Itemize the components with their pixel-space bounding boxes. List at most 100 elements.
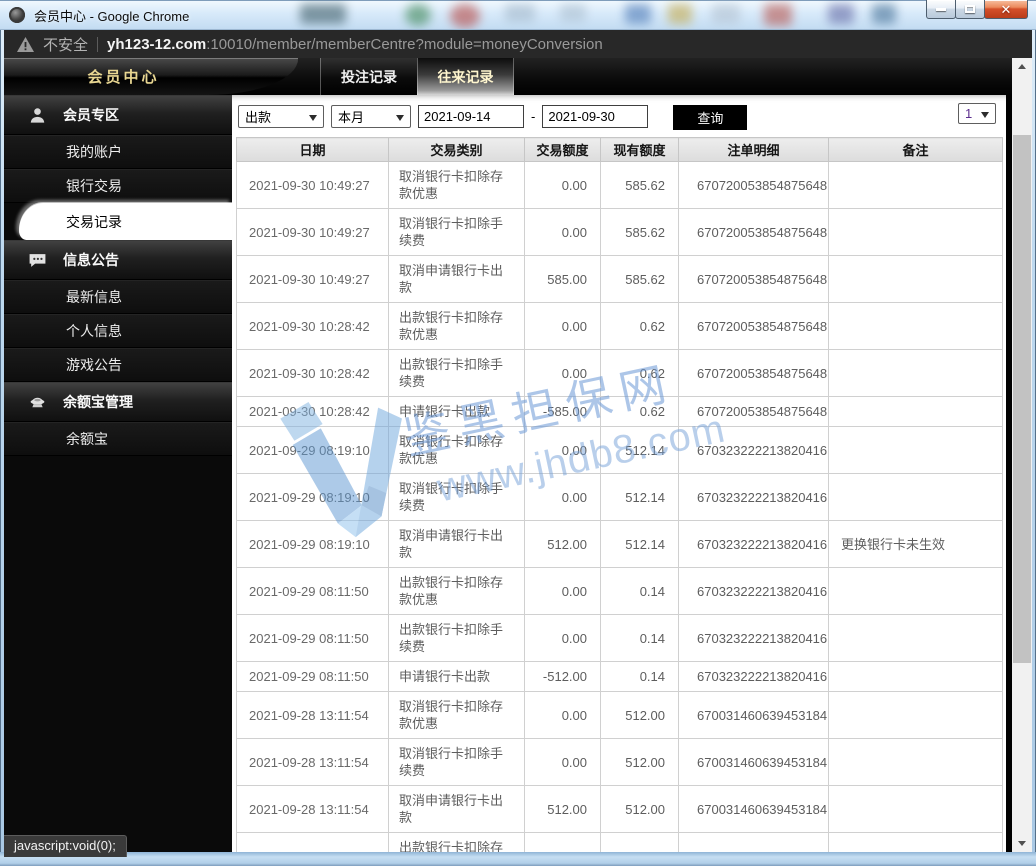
table-cell: 0.00 (524, 426, 601, 474)
browser-window: 会员中心 - Google Chrome ✕ 不安全 yh123-12.com:… (0, 0, 1036, 866)
table-cell: 670720053854875648 (678, 349, 829, 397)
titlebar-blur-blob (405, 4, 431, 26)
tab-transaction-records[interactable]: 往来记录 (417, 58, 514, 95)
sidebar-item-label: 我的账户 (66, 144, 122, 160)
table-cell: 2021-09-30 10:28:42 (236, 349, 389, 397)
sidebar-item-2[interactable]: 银行交易 (4, 169, 232, 203)
column-header: 现有额度 (600, 137, 679, 162)
table-row: 2021-09-29 08:11:50 出款银行卡扣除手续费 0.00 0.14 670… (236, 614, 1003, 662)
address-bar[interactable]: 不安全 yh123-12.com:10010/member/memberCent… (4, 30, 1032, 58)
titlebar-blur-blob (450, 4, 480, 28)
table-cell: 0.62 (600, 349, 679, 397)
message-icon (28, 251, 47, 270)
sidebar-item-4[interactable]: 信息公告 (4, 240, 232, 280)
date-range-separator: - (531, 109, 536, 124)
period-value: 本月 (338, 110, 365, 125)
sidebar-item-0[interactable]: 会员专区 (4, 95, 232, 135)
table-cell: 0.62 (600, 396, 679, 427)
chevron-down-icon (396, 114, 404, 125)
table-cell: 512.00 (600, 738, 679, 786)
table-header-row: 日期 交易类别 交易额度 现有额度 注单明细 备注 (236, 137, 1003, 162)
url-text[interactable]: yh123-12.com:10010/member/memberCentre?m… (107, 36, 603, 53)
table-cell: -585.00 (524, 396, 601, 427)
table-cell: 0.14 (600, 661, 679, 692)
sidebar-item-1[interactable]: 我的账户 (4, 135, 232, 169)
sidebar-item-8[interactable]: 余额宝管理 (4, 382, 232, 422)
titlebar-blur-blob (300, 4, 346, 24)
main-panel: 出款 本月 - 查询 1 日期交易类别交易额度现有额度注单明细备注 2021-09… (232, 95, 1006, 852)
titlebar-blur-blob (560, 4, 586, 22)
table-cell: 2021-09-28 13:11:54 (236, 785, 389, 833)
table-row: 2021-09-30 10:49:27 取消银行卡扣除手续费 0.00 585.62 6… (236, 208, 1003, 256)
page-select[interactable]: 1 (958, 103, 996, 124)
sidebar-item-label: 银行交易 (66, 178, 122, 194)
sidebar-item-7[interactable]: 游戏公告 (4, 348, 232, 382)
table-cell: 0.00 (524, 738, 601, 786)
table-cell: 670323222213820416 (678, 473, 829, 521)
table-cell: 2021-09-29 08:11:50 (236, 614, 389, 662)
sidebar-item-label: 余额宝 (66, 431, 108, 447)
warning-icon (17, 36, 34, 52)
url-host: yh123-12.com (107, 35, 207, 53)
sidebar-item-3-active[interactable]: 交易记录 (19, 203, 232, 240)
titlebar-blur-blob (872, 4, 896, 24)
close-button[interactable]: ✕ (984, 0, 1028, 19)
records-table-wrap: 日期 交易类别 交易额度 现有额度 注单明细 备注 2021-09-30 10:49:27 取… (232, 137, 1006, 852)
table-cell (828, 661, 1003, 692)
security-label: 不安全 (43, 36, 89, 54)
titlebar-blur-blob (828, 4, 854, 24)
table-cell: 出款银行卡扣除手续费 (388, 349, 525, 397)
table-cell: 670323222213820416 (678, 567, 829, 615)
window-bottom-frame (0, 852, 1036, 866)
table-cell: 0.62 (600, 302, 679, 350)
table-cell: 申请银行卡出款 (388, 661, 525, 692)
table-cell: 2021-09-28 13:11:54 (236, 738, 389, 786)
maximize-button[interactable] (955, 0, 985, 19)
sidebar-item-label: 游戏公告 (66, 357, 122, 373)
scrollbar-down-button[interactable] (1012, 835, 1032, 852)
scrollbar[interactable] (1012, 58, 1032, 852)
table-cell (828, 208, 1003, 256)
sidebar-item-label: 最新信息 (66, 289, 122, 305)
sidebar-item-label: 信息公告 (63, 252, 119, 268)
tab-bet-records[interactable]: 投注记录 (320, 58, 417, 95)
table-cell: 512.14 (600, 426, 679, 474)
period-select[interactable]: 本月 (331, 105, 411, 128)
table-cell: 512.00 (524, 785, 601, 833)
divider (97, 36, 99, 52)
transaction-type-select[interactable]: 出款 (238, 105, 324, 128)
column-header: 交易类别 (388, 137, 525, 162)
table-cell: 2021-09-30 10:28:42 (236, 396, 389, 427)
table-cell (828, 738, 1003, 786)
scrollbar-up-button[interactable] (1012, 58, 1032, 75)
table-cell (828, 302, 1003, 350)
table-cell: 2021-09-28 13:11:54 (236, 691, 389, 739)
table-cell: 0.00 (524, 691, 601, 739)
sidebar-item-5[interactable]: 最新信息 (4, 280, 232, 314)
table-cell: 取消银行卡扣除手续费 (388, 738, 525, 786)
table-cell: 0.00 (524, 832, 601, 852)
table-cell: 取消申请银行卡出款 (388, 785, 525, 833)
table-row: 2021-09-30 10:28:42 出款银行卡扣除存款优惠 0.00 0.62 67… (236, 302, 1003, 350)
sidebar-item-9[interactable]: 余额宝 (4, 422, 232, 456)
table-row: 2021-09-29 08:11:50 申请银行卡出款 -512.00 0.14 670… (236, 661, 1003, 692)
table-cell (828, 349, 1003, 397)
table-cell: 0.00 (524, 349, 601, 397)
date-from-input[interactable] (418, 105, 524, 128)
chevron-down-icon (981, 111, 989, 122)
table-cell: 0.00 (524, 473, 601, 521)
table-cell: 出款银行卡扣除存款优惠 (388, 567, 525, 615)
date-to-input[interactable] (542, 105, 649, 128)
table-cell: 670323222213820416 (678, 614, 829, 662)
minimize-button[interactable] (926, 0, 956, 19)
scrollbar-thumb[interactable] (1013, 135, 1031, 663)
records-table: 日期 交易类别 交易额度 现有额度 注单明细 备注 2021-09-30 10:49:27 取… (236, 137, 1003, 852)
table-row: 2021-09-28 13:11:54 取消银行卡扣除存款优惠 0.00 512.00… (236, 691, 1003, 739)
table-row: 2021-09-30 10:49:27 取消申请银行卡出款 585.00 585.62… (236, 255, 1003, 303)
search-button[interactable]: 查询 (673, 105, 748, 130)
user-icon (28, 106, 47, 125)
table-cell: 670720053854875648 (678, 396, 829, 427)
table-cell (828, 426, 1003, 474)
column-header: 备注 (828, 137, 1003, 162)
sidebar-item-6[interactable]: 个人信息 (4, 314, 232, 348)
